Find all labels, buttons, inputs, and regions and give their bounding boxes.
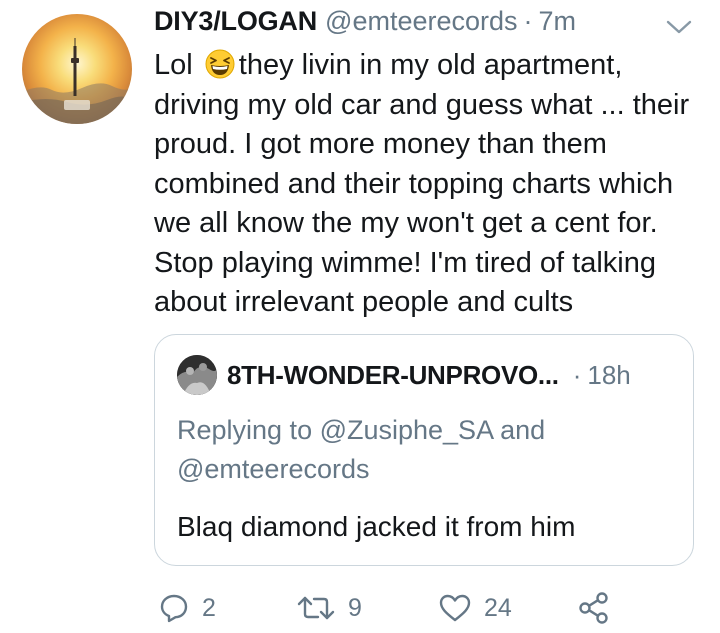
tweet[interactable]: DIY3/LOGAN @emteerecords · 7m Lol they l…	[0, 0, 720, 633]
reply-button[interactable]: 2	[158, 588, 216, 628]
quoted-text: Blaq diamond jacked it from him	[177, 511, 576, 542]
tweet-text-start: Lol	[154, 49, 193, 81]
replying-to: Replying to @Zusiphe_SA and @emteerecord…	[177, 415, 546, 484]
separator-dot: ·	[523, 6, 533, 36]
action-bar: 2 9 24	[0, 588, 720, 628]
quoted-avatar-image	[177, 355, 217, 395]
quoted-timestamp[interactable]: 18h	[587, 360, 630, 391]
quoted-display-name[interactable]: 8TH-WONDER-UNPROVO...	[227, 360, 559, 391]
retweet-icon	[297, 596, 335, 620]
share-icon	[579, 592, 608, 624]
retweet-button[interactable]: 9	[296, 588, 362, 628]
like-button[interactable]: 24	[438, 588, 512, 628]
like-icon	[439, 594, 471, 622]
display-name[interactable]: DIY3/LOGAN	[154, 6, 317, 37]
chevron-down-icon[interactable]	[664, 16, 694, 38]
grinning-squinting-face-emoji	[205, 49, 235, 79]
avatar[interactable]	[22, 14, 132, 124]
retweet-count: 9	[348, 593, 362, 622]
avatar-image	[22, 38, 132, 124]
quoted-avatar[interactable]	[177, 355, 217, 395]
tweet-text: Lol they livin in my old apartment, driv…	[154, 46, 710, 323]
reply-count: 2	[202, 593, 216, 622]
timestamp[interactable]: 7m	[539, 6, 577, 37]
reply-icon	[160, 594, 188, 623]
quoted-header: 8TH-WONDER-UNPROVO... · 18h	[227, 355, 631, 395]
separator-dot: ·	[572, 359, 582, 390]
quoted-tweet[interactable]: 8TH-WONDER-UNPROVO... · 18h Replying to …	[154, 334, 694, 566]
tweet-text-rest: they livin in my old apartment, driving …	[154, 49, 690, 318]
user-handle[interactable]: @emteerecords	[325, 6, 517, 37]
tweet-header: DIY3/LOGAN @emteerecords · 7m	[154, 6, 576, 46]
share-button[interactable]	[578, 588, 610, 628]
like-count: 24	[484, 593, 512, 622]
